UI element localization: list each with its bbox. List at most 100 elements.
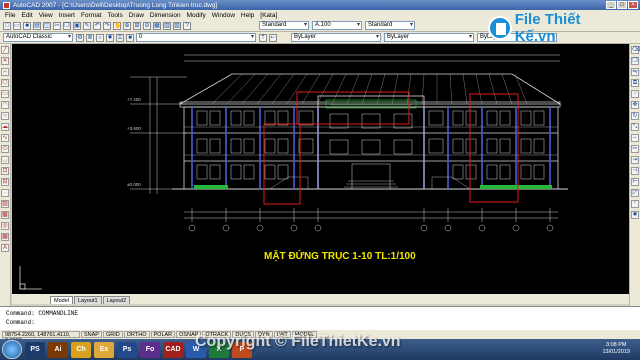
drawing-canvas[interactable]: +7.200 +3.600 ±0.000 MẶT ĐỨNG TRỤC 1-10 bbox=[12, 44, 629, 294]
facade bbox=[172, 95, 568, 190]
redo-icon[interactable]: ↷ bbox=[103, 21, 111, 30]
array-icon[interactable]: ⁘ bbox=[631, 90, 639, 98]
line-icon[interactable]: ╱ bbox=[1, 46, 9, 54]
stretch-icon[interactable]: ⇔ bbox=[631, 134, 639, 142]
menu-tools[interactable]: Tools bbox=[105, 12, 126, 19]
table-style-select[interactable]: Standard bbox=[365, 21, 415, 30]
taskbar-chrome-icon[interactable]: Ch bbox=[71, 341, 91, 358]
mirror-icon[interactable]: ⇋ bbox=[631, 68, 639, 76]
maximize-button[interactable]: □ bbox=[617, 1, 627, 9]
move-icon[interactable]: ✥ bbox=[631, 101, 639, 109]
extend-icon[interactable]: ⇥ bbox=[631, 156, 639, 164]
menu-dimension[interactable]: Dimension bbox=[147, 12, 184, 19]
menu-insert[interactable]: Insert bbox=[56, 12, 78, 19]
zoom-previous-icon[interactable]: ⊖ bbox=[143, 21, 151, 30]
spline-icon[interactable]: ∿ bbox=[1, 134, 9, 142]
menu-draw[interactable]: Draw bbox=[126, 12, 147, 19]
taskbar-illustrator-icon[interactable]: Ai bbox=[48, 341, 68, 358]
gradient-icon[interactable]: ▩ bbox=[1, 211, 9, 219]
copy-icon[interactable]: ❐ bbox=[63, 21, 71, 30]
workspace-settings-icon[interactable]: ⚙ bbox=[76, 33, 84, 42]
start-button[interactable] bbox=[2, 340, 22, 359]
multiline-text-icon[interactable]: A bbox=[1, 244, 9, 252]
taskbar-explorer-icon[interactable]: Ex bbox=[94, 341, 114, 358]
join-icon[interactable]: ⊢ bbox=[631, 178, 639, 186]
command-line[interactable]: Command: COMMANDLINE Command: bbox=[0, 306, 640, 330]
menu-view[interactable]: View bbox=[36, 12, 56, 19]
taskbar-ps-icon[interactable]: Ps bbox=[117, 341, 137, 358]
linetype-select[interactable]: ByLayer bbox=[384, 33, 474, 42]
tab-layout1[interactable]: Layout1 bbox=[73, 296, 102, 304]
chamfer-icon[interactable]: ◸ bbox=[631, 189, 639, 197]
layer-select[interactable]: 0 bbox=[136, 33, 256, 42]
point-icon[interactable]: · bbox=[1, 189, 9, 197]
ellipse-arc-icon[interactable]: ◡ bbox=[1, 156, 9, 164]
open-icon[interactable]: ▭ bbox=[13, 21, 21, 30]
save-icon[interactable]: ■ bbox=[23, 21, 31, 30]
taskbar-autocad-icon[interactable]: CAD bbox=[163, 341, 183, 358]
menu-modify[interactable]: Modify bbox=[184, 12, 209, 19]
make-current-layer-icon[interactable]: ⇡ bbox=[259, 33, 267, 42]
arc-icon[interactable]: ◠ bbox=[1, 101, 9, 109]
properties-icon[interactable]: ▦ bbox=[153, 21, 161, 30]
close-button[interactable]: × bbox=[628, 1, 638, 9]
copy-object-icon[interactable]: ❐ bbox=[631, 57, 639, 65]
help-icon[interactable]: ? bbox=[183, 21, 191, 30]
trim-icon[interactable]: ✂ bbox=[631, 145, 639, 153]
region-icon[interactable]: ◎ bbox=[1, 222, 9, 230]
text-style-select[interactable]: Standard bbox=[259, 21, 309, 30]
workspace-select[interactable]: AutoCAD Classic bbox=[3, 33, 73, 42]
revision-cloud-icon[interactable]: ☁ bbox=[1, 123, 9, 131]
explode-icon[interactable]: ✸ bbox=[631, 211, 639, 219]
rectangle-icon[interactable]: ▭ bbox=[1, 90, 9, 98]
taskbar-photoshop-icon[interactable]: PS bbox=[25, 341, 45, 358]
undo-icon[interactable]: ↶ bbox=[93, 21, 101, 30]
fillet-icon[interactable]: ◜ bbox=[631, 200, 639, 208]
tool-palettes-icon[interactable]: ▧ bbox=[173, 21, 181, 30]
make-block-icon[interactable]: ⊟ bbox=[1, 178, 9, 186]
rotate-icon[interactable]: ↻ bbox=[631, 112, 639, 120]
dim-style-select[interactable]: A.100 bbox=[312, 21, 362, 30]
erase-icon[interactable]: ⌫ bbox=[631, 46, 640, 54]
circle-icon[interactable]: ○ bbox=[1, 112, 9, 120]
zoom-icon[interactable]: ⊕ bbox=[123, 21, 131, 30]
pan-icon[interactable]: ✋ bbox=[113, 21, 121, 30]
insert-block-icon[interactable]: ⊡ bbox=[1, 167, 9, 175]
print-icon[interactable]: ▤ bbox=[33, 21, 41, 30]
cut-icon[interactable]: ✂ bbox=[53, 21, 61, 30]
scale-icon[interactable]: ⤡ bbox=[631, 123, 639, 131]
grid-toggle[interactable]: GRID bbox=[102, 331, 123, 338]
menu-kata[interactable]: [Kata] bbox=[257, 12, 280, 19]
ellipse-icon[interactable]: ⬭ bbox=[1, 145, 9, 153]
layer-manager-icon[interactable]: ≣ bbox=[86, 33, 94, 42]
hatch-icon[interactable]: ▨ bbox=[1, 200, 9, 208]
ortho-toggle[interactable]: ORTHO bbox=[123, 331, 150, 338]
minimize-button[interactable]: _ bbox=[606, 1, 616, 9]
snap-toggle[interactable]: SNAP bbox=[81, 331, 102, 338]
tab-layout2[interactable]: Layout2 bbox=[102, 296, 131, 304]
menu-window[interactable]: Window bbox=[209, 12, 238, 19]
command-prompt[interactable]: Command: bbox=[6, 318, 634, 327]
paste-icon[interactable]: ▣ bbox=[73, 21, 81, 30]
menu-format[interactable]: Format bbox=[78, 12, 105, 19]
zoom-window-icon[interactable]: ⊞ bbox=[133, 21, 141, 30]
menu-file[interactable]: File bbox=[2, 12, 18, 19]
table-icon[interactable]: ▦ bbox=[1, 233, 9, 241]
polar-toggle[interactable]: POLAR bbox=[150, 331, 176, 338]
new-icon[interactable]: □ bbox=[3, 21, 11, 30]
design-center-icon[interactable]: ▥ bbox=[163, 21, 171, 30]
system-clock[interactable]: 3:08 PM 13/01/2019 bbox=[602, 342, 630, 356]
construction-line-icon[interactable]: ✕ bbox=[1, 57, 9, 65]
preview-icon[interactable]: ◫ bbox=[43, 21, 51, 30]
layer-previous-icon[interactable]: ⇠ bbox=[269, 33, 277, 42]
polygon-icon[interactable]: ⬡ bbox=[1, 79, 9, 87]
offset-icon[interactable]: ⧉ bbox=[631, 79, 639, 87]
color-select[interactable]: ByLayer bbox=[291, 33, 381, 42]
match-properties-icon[interactable]: ✎ bbox=[83, 21, 91, 30]
tab-model[interactable]: Model bbox=[50, 296, 73, 304]
taskbar-foxit-icon[interactable]: Fo bbox=[140, 341, 160, 358]
menu-help[interactable]: Help bbox=[238, 12, 257, 19]
menu-edit[interactable]: Edit bbox=[18, 12, 35, 19]
break-icon[interactable]: ⊣ bbox=[631, 167, 639, 175]
polyline-icon[interactable]: ⌐ bbox=[1, 68, 9, 76]
